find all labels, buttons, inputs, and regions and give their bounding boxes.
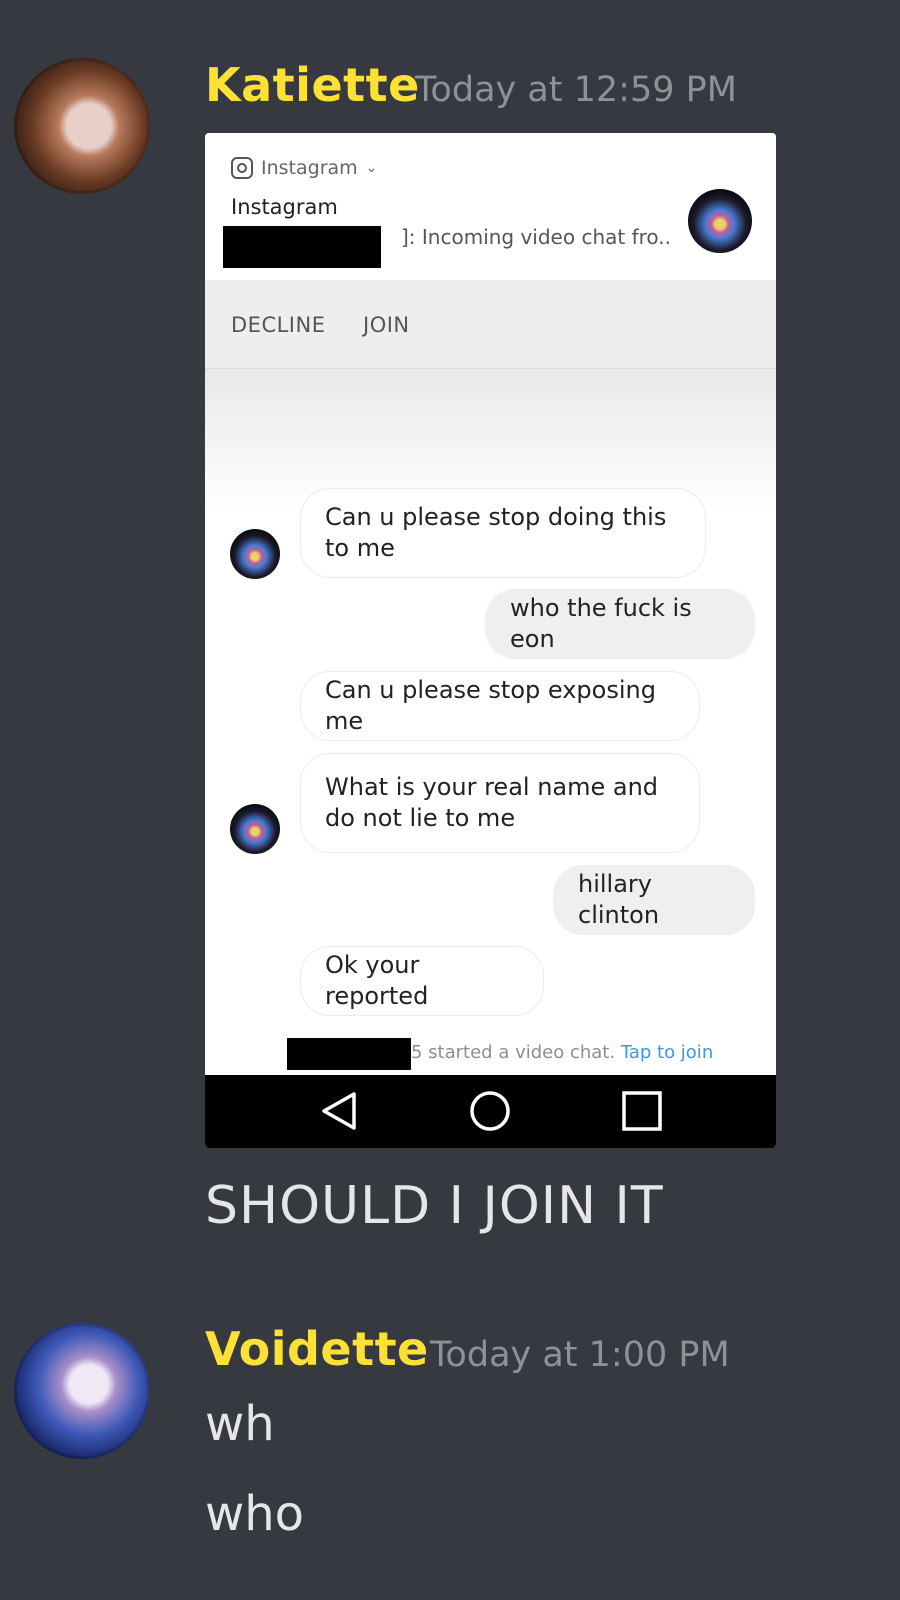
contact-avatar[interactable] [230, 529, 280, 579]
message-bubble: Can u please stop doing this to me [300, 488, 706, 578]
message-line: who [205, 1486, 305, 1542]
instagram-icon [231, 157, 253, 179]
notification: Instagram ⌄ Instagram ]: Incoming video … [205, 133, 776, 280]
notification-app-row: Instagram ⌄ [231, 157, 377, 179]
image-attachment[interactable]: Instagram ⌄ Instagram ]: Incoming video … [205, 133, 776, 1148]
message-line: wh [205, 1396, 275, 1452]
redaction-bar [223, 226, 381, 268]
message-bubble: Ok your reported [300, 946, 544, 1016]
timestamp: Today at 1:00 PM [430, 1335, 730, 1375]
tap-to-join-link[interactable]: Tap to join [621, 1042, 713, 1063]
recents-button[interactable] [612, 1086, 672, 1136]
back-icon [322, 1092, 356, 1130]
android-nav-bar [205, 1075, 776, 1148]
contact-avatar[interactable] [230, 804, 280, 854]
system-text: 5 started a video chat. [411, 1042, 616, 1063]
message-bubble: What is your real name and do not lie to… [300, 753, 700, 853]
avatar[interactable] [14, 1323, 150, 1459]
username[interactable]: Voidette [205, 1322, 429, 1376]
message-bubble: Can u please stop exposing me [300, 671, 700, 741]
username[interactable]: Katiette [205, 58, 420, 112]
join-button[interactable]: JOIN [363, 313, 410, 337]
home-icon [470, 1091, 510, 1131]
notification-app-name: Instagram [261, 157, 358, 179]
notification-avatar [688, 189, 752, 253]
video-chat-notice: 5 started a video chat. Tap to join [205, 1028, 776, 1070]
message-bubble-mine: who the fuck is eon [485, 589, 755, 659]
avatar[interactable] [14, 58, 150, 194]
recents-icon [622, 1091, 662, 1131]
timestamp: Today at 12:59 PM [415, 70, 737, 110]
message-text: SHOULD I JOIN IT [205, 1176, 664, 1236]
redaction-bar [287, 1038, 411, 1070]
notification-text: ]: Incoming video chat fro.. [401, 225, 672, 249]
chevron-down-icon: ⌄ [365, 160, 378, 176]
notification-title: Instagram [231, 195, 338, 219]
message-bubble-mine: hillary clinton [553, 865, 755, 935]
back-button[interactable] [310, 1086, 370, 1136]
home-button[interactable] [460, 1086, 520, 1136]
decline-button[interactable]: DECLINE [231, 313, 325, 337]
